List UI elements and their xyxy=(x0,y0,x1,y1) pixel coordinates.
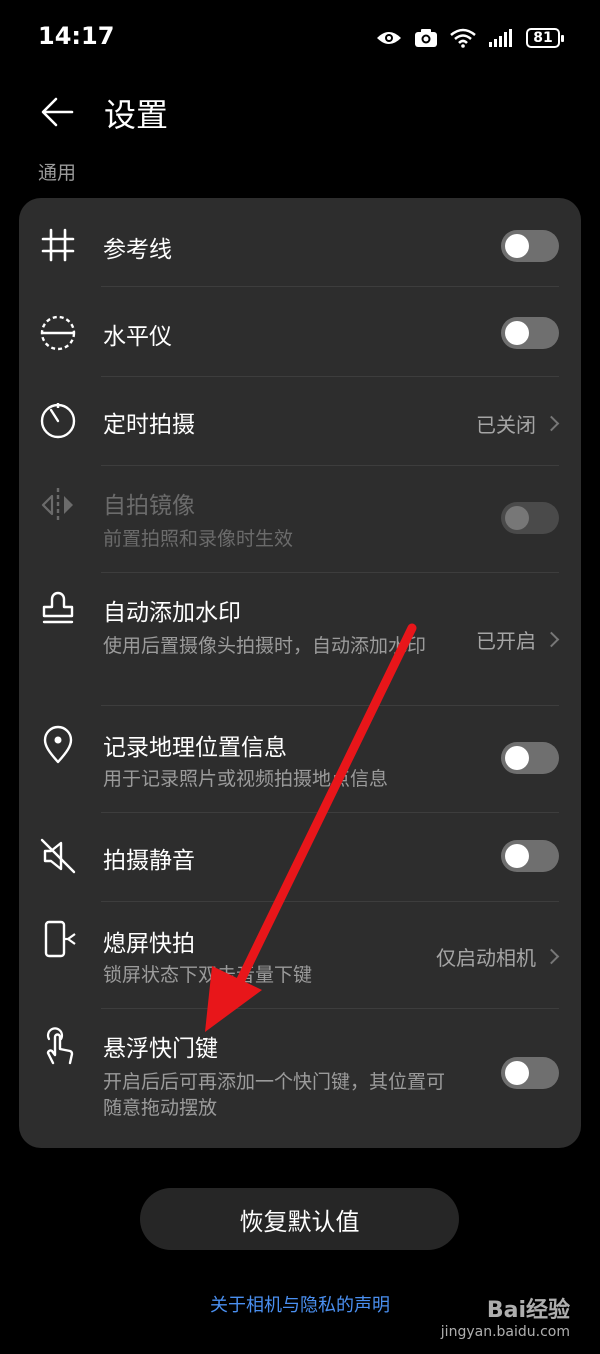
selfie-mirror-toggle[interactable] xyxy=(501,502,559,534)
setting-mute[interactable]: 拍摄静音 xyxy=(19,813,581,901)
quick-snap-value: 仅启动相机 xyxy=(436,946,536,970)
baidu-watermark: Bai经验 jingyan.baidu.com xyxy=(441,1292,570,1340)
setting-subtitle: 使用后置摄像头拍摄时，自动添加水印 xyxy=(103,635,427,657)
setting-title: 水平仪 xyxy=(103,324,172,350)
setting-subtitle: 用于记录照片或视频拍摄地点信息 xyxy=(103,768,389,790)
setting-title: 定时拍摄 xyxy=(103,412,195,438)
eye-icon xyxy=(377,32,401,44)
back-arrow-icon[interactable] xyxy=(38,92,78,132)
signal-icon xyxy=(489,29,512,47)
level-icon xyxy=(40,315,76,351)
settings-card: 参考线 水平仪 定时拍摄 已关闭 自拍镜像 前置拍照和录像时生效 自动添加水印 … xyxy=(19,198,581,1148)
setting-title: 拍摄静音 xyxy=(103,848,195,874)
watermark-brand: Bai经验 xyxy=(486,1298,570,1323)
section-label: 通用 xyxy=(38,162,77,184)
setting-title: 参考线 xyxy=(103,237,172,263)
setting-floating-shutter[interactable]: 悬浮快门键 开启后后可再添加一个快门键，其位置可随意拖动摆放 xyxy=(19,1009,581,1148)
wifi-icon xyxy=(450,28,476,48)
setting-value: 已开启 xyxy=(476,625,560,654)
status-time: 14:17 xyxy=(38,22,115,50)
stamp-icon xyxy=(42,591,74,624)
setting-value: 仅启动相机 xyxy=(436,942,560,971)
setting-location[interactable]: 记录地理位置信息 用于记录照片或视频拍摄地点信息 xyxy=(19,706,581,812)
setting-level[interactable]: 水平仪 xyxy=(19,287,581,375)
location-icon xyxy=(43,725,73,764)
setting-subtitle: 锁屏状态下双击音量下键 xyxy=(103,964,313,986)
chevron-right-icon xyxy=(543,948,560,965)
status-icons: 81 xyxy=(376,24,564,52)
setting-title: 记录地理位置信息 xyxy=(103,735,287,761)
setting-title: 自动添加水印 xyxy=(103,600,241,626)
touch-shutter-icon xyxy=(46,1027,74,1065)
setting-quick-snap[interactable]: 熄屏快拍 锁屏状态下双击音量下键 仅启动相机 xyxy=(19,902,581,1008)
chevron-right-icon xyxy=(543,415,560,432)
setting-selfie-mirror[interactable]: 自拍镜像 前置拍照和录像时生效 xyxy=(19,466,581,572)
reset-defaults-button[interactable]: 恢复默认值 xyxy=(140,1188,459,1250)
watermark-value: 已开启 xyxy=(476,629,536,653)
level-toggle[interactable] xyxy=(501,317,559,349)
timer-value: 已关闭 xyxy=(476,413,536,437)
mute-icon xyxy=(40,838,76,874)
mirror-icon xyxy=(41,488,73,522)
grid-lines-icon xyxy=(41,228,75,262)
setting-subtitle: 前置拍照和录像时生效 xyxy=(103,528,294,550)
setting-timer[interactable]: 定时拍摄 已关闭 xyxy=(19,377,581,465)
location-toggle[interactable] xyxy=(501,742,559,774)
setting-title: 悬浮快门键 xyxy=(103,1036,218,1062)
mute-toggle[interactable] xyxy=(501,840,559,872)
header: 设置 xyxy=(0,82,600,142)
chevron-right-icon xyxy=(543,631,560,648)
timer-icon xyxy=(40,403,76,439)
setting-grid-lines[interactable]: 参考线 xyxy=(19,198,581,286)
status-bar: 14:17 81 xyxy=(0,0,600,76)
setting-title: 自拍镜像 xyxy=(103,493,195,519)
screen-off-snap-icon xyxy=(44,920,76,958)
setting-value: 已关闭 xyxy=(476,409,560,438)
battery-indicator: 81 xyxy=(526,28,564,48)
setting-watermark[interactable]: 自动添加水印 使用后置摄像头拍摄时，自动添加水印 已开启 xyxy=(19,573,581,705)
setting-subtitle: 开启后后可再添加一个快门键，其位置可随意拖动摆放 xyxy=(103,1071,446,1119)
camera-status-icon xyxy=(415,29,437,47)
watermark-url: jingyan.baidu.com xyxy=(440,1324,570,1340)
grid-lines-toggle[interactable] xyxy=(501,230,559,262)
setting-title: 熄屏快拍 xyxy=(103,931,195,957)
page-title: 设置 xyxy=(104,96,169,134)
floating-shutter-toggle[interactable] xyxy=(501,1057,559,1089)
